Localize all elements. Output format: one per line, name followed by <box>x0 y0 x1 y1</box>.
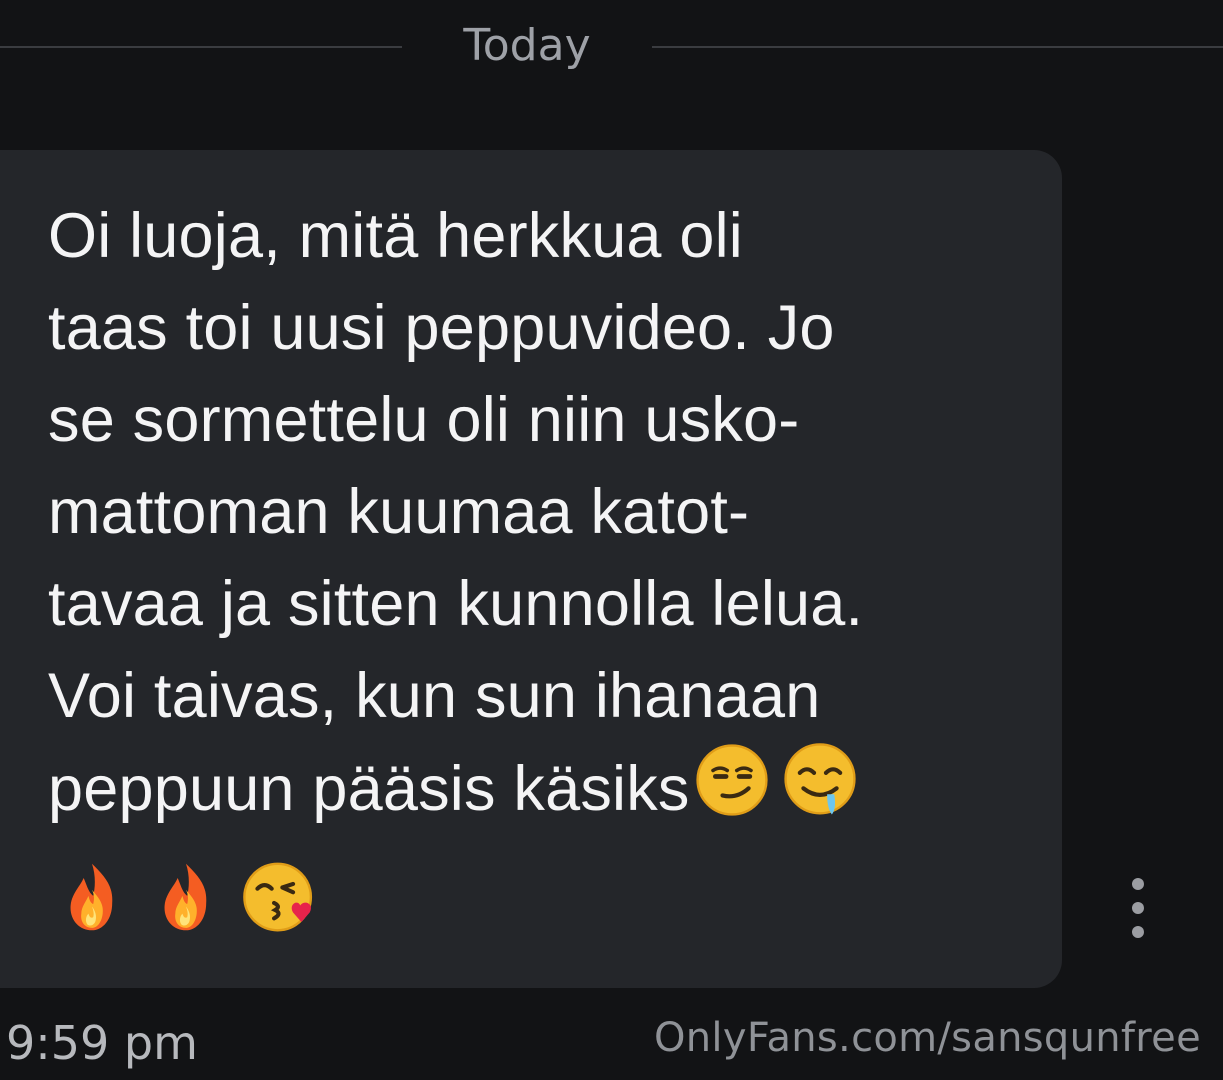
smirk-emoji <box>696 744 768 816</box>
fire-emoji <box>164 863 207 931</box>
message-timestamp: 9:59 pm <box>6 1016 198 1070</box>
divider-line-left <box>0 46 402 48</box>
message-text: Oi luoja, mitä herkkua oli taas toi uusi… <box>48 190 1048 835</box>
message-body: Oi luoja, mitä herkkua oli taas toi uusi… <box>48 201 864 824</box>
date-divider: Today <box>0 18 1223 74</box>
message-bubble[interactable]: Oi luoja, mitä herkkua oli taas toi uusi… <box>0 150 1062 988</box>
more-dot <box>1132 926 1144 938</box>
drooling-emoji <box>784 743 856 815</box>
more-dot <box>1132 878 1144 890</box>
inline-emoji-group <box>694 742 858 818</box>
trailing-emoji-row <box>54 852 318 942</box>
more-options-icon[interactable] <box>1120 878 1156 938</box>
watermark: OnlyFans.com/sansqunfree <box>654 1015 1201 1061</box>
more-dot <box>1132 902 1144 914</box>
chat-screen: Today Oi luoja, mitä herkkua oli taas to… <box>0 0 1223 1080</box>
divider-line-right <box>652 46 1223 48</box>
date-label: Today <box>463 20 591 71</box>
fire-emoji <box>70 863 113 931</box>
kiss-heart-emoji <box>243 862 313 932</box>
